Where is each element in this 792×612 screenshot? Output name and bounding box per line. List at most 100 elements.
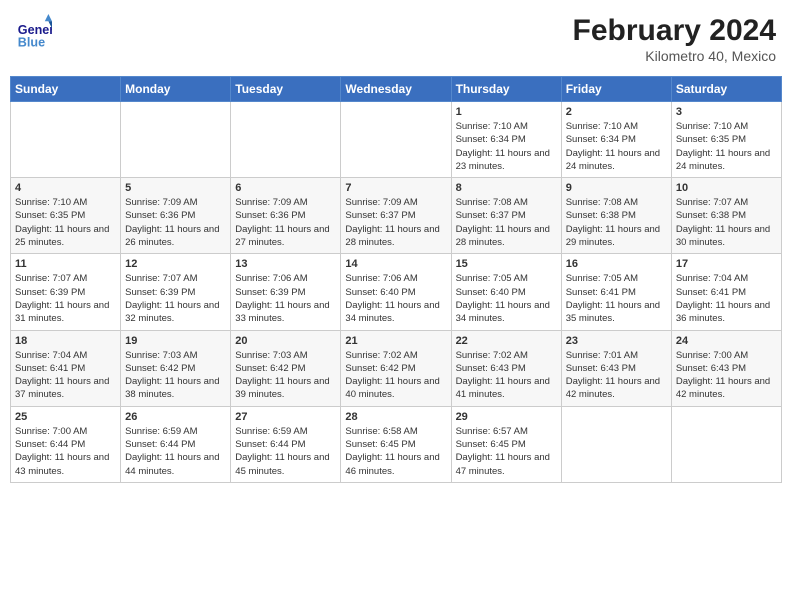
day-number: 21: [345, 335, 446, 347]
day-number: 26: [125, 411, 226, 423]
day-number: 17: [676, 258, 777, 270]
day-number: 16: [566, 258, 667, 270]
day-info: Sunrise: 7:05 AM Sunset: 6:41 PM Dayligh…: [566, 272, 667, 325]
day-number: 5: [125, 182, 226, 194]
day-info: Sunrise: 7:09 AM Sunset: 6:37 PM Dayligh…: [345, 196, 446, 249]
calendar-day-cell: 9 Sunrise: 7:08 AM Sunset: 6:38 PM Daylig…: [561, 178, 671, 254]
calendar-day-header: Tuesday: [231, 77, 341, 102]
location: Kilometro 40, Mexico: [573, 48, 776, 64]
day-info: Sunrise: 7:06 AM Sunset: 6:39 PM Dayligh…: [235, 272, 336, 325]
calendar-day-cell: 15Sunrise: 7:05 AM Sunset: 6:40 PM Dayli…: [451, 254, 561, 330]
page-header: General Blue February 2024 Kilometro 40,…: [10, 10, 782, 68]
calendar-day-header: Saturday: [671, 77, 781, 102]
day-number: 22: [456, 335, 557, 347]
calendar-day-header: Monday: [121, 77, 231, 102]
calendar-day-cell: 1 Sunrise: 7:10 AM Sunset: 6:34 PM Daylig…: [451, 102, 561, 178]
calendar-day-cell: 2 Sunrise: 7:10 AM Sunset: 6:34 PM Daylig…: [561, 102, 671, 178]
calendar-day-cell: 8Sunrise: 7:08 AM Sunset: 6:37 PM Daylig…: [451, 178, 561, 254]
calendar-day-cell: 20 Sunrise: 7:03 AM Sunset: 6:42 PM Dayli…: [231, 330, 341, 406]
day-number: 29: [456, 411, 557, 423]
calendar-day-cell: 4 Sunrise: 7:10 AM Sunset: 6:35 PM Daylig…: [11, 178, 121, 254]
day-number: 4: [15, 182, 116, 194]
day-number: 10: [676, 182, 777, 194]
calendar-day-cell: 28 Sunrise: 6:58 AM Sunset: 6:45 PM Dayli…: [341, 406, 451, 482]
calendar-day-cell: 21 Sunrise: 7:02 AM Sunset: 6:42 PM Dayli…: [341, 330, 451, 406]
calendar-day-cell: 18 Sunrise: 7:04 AM Sunset: 6:41 PM Dayli…: [11, 330, 121, 406]
calendar-day-cell: [671, 406, 781, 482]
day-info: Sunrise: 7:08 AM Sunset: 6:38 PM Dayligh…: [566, 196, 667, 249]
day-number: 25: [15, 411, 116, 423]
svg-text:Blue: Blue: [18, 35, 45, 49]
calendar-day-cell: 11Sunrise: 7:07 AM Sunset: 6:39 PM Dayli…: [11, 254, 121, 330]
day-number: 9: [566, 182, 667, 194]
day-number: 15: [456, 258, 557, 270]
calendar-day-header: Sunday: [11, 77, 121, 102]
calendar-day-cell: [11, 102, 121, 178]
day-info: Sunrise: 7:10 AM Sunset: 6:35 PM Dayligh…: [15, 196, 116, 249]
day-number: 24: [676, 335, 777, 347]
day-number: 14: [345, 258, 446, 270]
logo-icon: General Blue: [16, 14, 52, 50]
day-number: 1: [456, 106, 557, 118]
day-info: Sunrise: 7:06 AM Sunset: 6:40 PM Dayligh…: [345, 272, 446, 325]
day-info: Sunrise: 7:10 AM Sunset: 6:34 PM Dayligh…: [566, 120, 667, 173]
day-info: Sunrise: 6:59 AM Sunset: 6:44 PM Dayligh…: [125, 425, 226, 478]
calendar-table: SundayMondayTuesdayWednesdayThursdayFrid…: [10, 76, 782, 483]
title-block: February 2024 Kilometro 40, Mexico: [573, 14, 776, 64]
day-info: Sunrise: 7:04 AM Sunset: 6:41 PM Dayligh…: [15, 349, 116, 402]
calendar-day-cell: 6Sunrise: 7:09 AM Sunset: 6:36 PM Daylig…: [231, 178, 341, 254]
day-number: 28: [345, 411, 446, 423]
calendar-day-header: Wednesday: [341, 77, 451, 102]
day-info: Sunrise: 7:07 AM Sunset: 6:38 PM Dayligh…: [676, 196, 777, 249]
calendar-day-cell: [341, 102, 451, 178]
calendar-day-cell: 19Sunrise: 7:03 AM Sunset: 6:42 PM Dayli…: [121, 330, 231, 406]
calendar-day-cell: 25 Sunrise: 7:00 AM Sunset: 6:44 PM Dayli…: [11, 406, 121, 482]
calendar-day-cell: 14 Sunrise: 7:06 AM Sunset: 6:40 PM Dayli…: [341, 254, 451, 330]
calendar-day-cell: 23Sunrise: 7:01 AM Sunset: 6:43 PM Dayli…: [561, 330, 671, 406]
calendar-day-cell: 27 Sunrise: 6:59 AM Sunset: 6:44 PM Dayli…: [231, 406, 341, 482]
day-info: Sunrise: 6:57 AM Sunset: 6:45 PM Dayligh…: [456, 425, 557, 478]
calendar-day-cell: [121, 102, 231, 178]
calendar-week-row: 1 Sunrise: 7:10 AM Sunset: 6:34 PM Daylig…: [11, 102, 782, 178]
day-info: Sunrise: 7:01 AM Sunset: 6:43 PM Dayligh…: [566, 349, 667, 402]
calendar-day-cell: 12 Sunrise: 7:07 AM Sunset: 6:39 PM Dayli…: [121, 254, 231, 330]
calendar-day-cell: 26 Sunrise: 6:59 AM Sunset: 6:44 PM Dayli…: [121, 406, 231, 482]
day-number: 18: [15, 335, 116, 347]
calendar-day-cell: 22 Sunrise: 7:02 AM Sunset: 6:43 PM Dayli…: [451, 330, 561, 406]
calendar-day-cell: [561, 406, 671, 482]
calendar-day-header: Friday: [561, 77, 671, 102]
calendar-day-cell: 3 Sunrise: 7:10 AM Sunset: 6:35 PM Daylig…: [671, 102, 781, 178]
day-info: Sunrise: 7:08 AM Sunset: 6:37 PM Dayligh…: [456, 196, 557, 249]
day-info: Sunrise: 7:03 AM Sunset: 6:42 PM Dayligh…: [235, 349, 336, 402]
day-number: 7: [345, 182, 446, 194]
day-info: Sunrise: 7:02 AM Sunset: 6:42 PM Dayligh…: [345, 349, 446, 402]
calendar-week-row: 18 Sunrise: 7:04 AM Sunset: 6:41 PM Dayli…: [11, 330, 782, 406]
day-number: 12: [125, 258, 226, 270]
day-number: 2: [566, 106, 667, 118]
calendar-day-cell: 5Sunrise: 7:09 AM Sunset: 6:36 PM Daylig…: [121, 178, 231, 254]
calendar-day-cell: 29 Sunrise: 6:57 AM Sunset: 6:45 PM Dayli…: [451, 406, 561, 482]
day-info: Sunrise: 7:00 AM Sunset: 6:44 PM Dayligh…: [15, 425, 116, 478]
calendar-day-cell: 24 Sunrise: 7:00 AM Sunset: 6:43 PM Dayli…: [671, 330, 781, 406]
day-info: Sunrise: 7:07 AM Sunset: 6:39 PM Dayligh…: [125, 272, 226, 325]
calendar-header-row: SundayMondayTuesdayWednesdayThursdayFrid…: [11, 77, 782, 102]
calendar-day-cell: 17 Sunrise: 7:04 AM Sunset: 6:41 PM Dayli…: [671, 254, 781, 330]
calendar-day-cell: 16 Sunrise: 7:05 AM Sunset: 6:41 PM Dayli…: [561, 254, 671, 330]
day-info: Sunrise: 7:04 AM Sunset: 6:41 PM Dayligh…: [676, 272, 777, 325]
day-info: Sunrise: 6:58 AM Sunset: 6:45 PM Dayligh…: [345, 425, 446, 478]
day-info: Sunrise: 7:10 AM Sunset: 6:34 PM Dayligh…: [456, 120, 557, 173]
calendar-week-row: 4 Sunrise: 7:10 AM Sunset: 6:35 PM Daylig…: [11, 178, 782, 254]
day-number: 27: [235, 411, 336, 423]
day-number: 20: [235, 335, 336, 347]
day-info: Sunrise: 7:10 AM Sunset: 6:35 PM Dayligh…: [676, 120, 777, 173]
logo: General Blue: [16, 14, 54, 50]
day-info: Sunrise: 7:09 AM Sunset: 6:36 PM Dayligh…: [235, 196, 336, 249]
day-info: Sunrise: 6:59 AM Sunset: 6:44 PM Dayligh…: [235, 425, 336, 478]
month-year: February 2024: [573, 14, 776, 48]
day-info: Sunrise: 7:02 AM Sunset: 6:43 PM Dayligh…: [456, 349, 557, 402]
day-info: Sunrise: 7:03 AM Sunset: 6:42 PM Dayligh…: [125, 349, 226, 402]
day-number: 11: [15, 258, 116, 270]
day-info: Sunrise: 7:00 AM Sunset: 6:43 PM Dayligh…: [676, 349, 777, 402]
day-number: 13: [235, 258, 336, 270]
day-number: 3: [676, 106, 777, 118]
